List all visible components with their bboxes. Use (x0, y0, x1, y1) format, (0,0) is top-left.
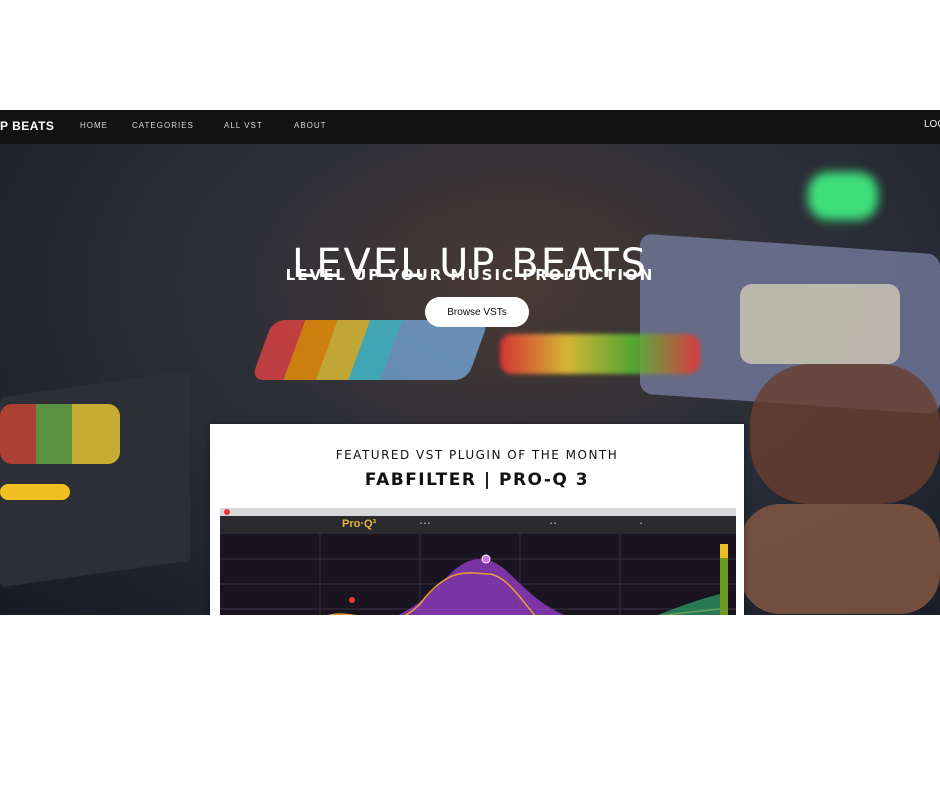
plugin-control-icon: ▪ (640, 521, 643, 527)
featured-plugin-name[interactable]: FABFILTER | PRO-Q 3 (210, 470, 744, 490)
nav-item-home[interactable]: HOME (80, 121, 108, 130)
hero-bg-pad-controller (251, 320, 489, 380)
plugin-logo: Pro·Q³ (342, 518, 377, 530)
hero-bg-hand-bottom (740, 504, 940, 614)
hero-bg-hand-right (750, 364, 940, 504)
featured-card: FEATURED VST PLUGIN OF THE MONTH FABFILT… (210, 424, 744, 615)
eq-purple-curve (398, 559, 565, 615)
eq-band-handle[interactable] (481, 554, 491, 564)
eq-band-handle[interactable] (349, 597, 355, 603)
hero-bg-yellow-strip (0, 484, 70, 500)
close-icon (224, 509, 230, 515)
eq-graph (220, 534, 736, 615)
browse-vsts-button[interactable]: Browse VSTs (425, 297, 529, 327)
eq-output-meter-peak (720, 544, 728, 558)
hero-bg-light-green (808, 172, 878, 220)
nav-item-all-vst[interactable]: ALL VST (224, 121, 263, 130)
nav-brand[interactable]: P BEATS (0, 119, 54, 133)
plugin-toolbar: Pro·Q³ ▪ ▪ ▪ ▪ ▪ ▪ (220, 516, 736, 534)
hero-section: LEVEL UP BEATS LEVEL UP YOUR MUSIC PRODU… (0, 144, 940, 615)
plugin-control-icon: ▪ ▪ ▪ (420, 521, 430, 527)
plugin-window-titlebar (220, 508, 736, 516)
nav-login-link[interactable]: LOG (924, 119, 940, 130)
nav-item-categories[interactable]: CATEGORIES (132, 121, 194, 130)
navbar: P BEATS HOME CATEGORIES ALL VST ABOUT LO… (0, 110, 940, 144)
featured-heading: FEATURED VST PLUGIN OF THE MONTH (335, 448, 619, 462)
eq-green-curve (657, 594, 720, 615)
hero-bg-red-knobs (500, 334, 700, 374)
plugin-screenshot: Pro·Q³ ▪ ▪ ▪ ▪ ▪ ▪ (220, 508, 736, 615)
plugin-control-icon: ▪ ▪ (550, 521, 556, 527)
hero-bg-tablet-screen (0, 404, 120, 464)
hero-subtitle: LEVEL UP YOUR MUSIC PRODUCTION (285, 266, 655, 284)
hero-bg-screen-glow (740, 284, 900, 364)
website-screenshot: P BEATS HOME CATEGORIES ALL VST ABOUT LO… (0, 110, 940, 615)
nav-item-about[interactable]: ABOUT (294, 121, 327, 130)
